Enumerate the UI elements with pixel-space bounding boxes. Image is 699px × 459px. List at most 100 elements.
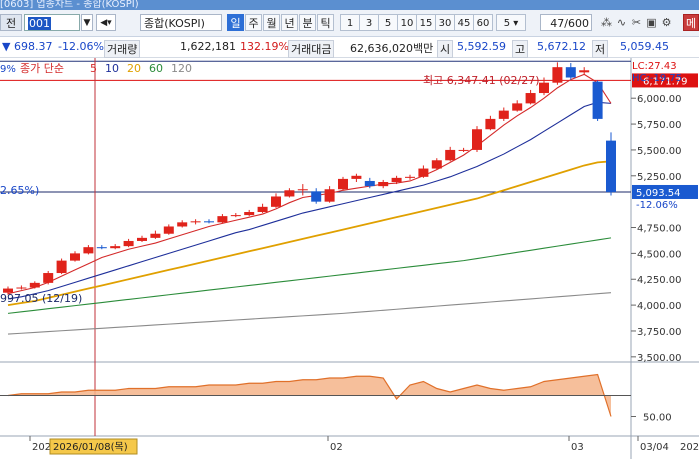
interval-button[interactable]: 1 xyxy=(340,14,360,31)
candle-body xyxy=(56,260,67,274)
quote-change-pct: -12.06% xyxy=(58,40,104,53)
window-title: [0603] 업종차트 - 종합(KOSPI) xyxy=(0,0,139,10)
x-axis-label: 03/04 xyxy=(640,442,669,453)
scissors-icon[interactable]: ✂ xyxy=(630,14,643,31)
wave-icon[interactable]: ∿ xyxy=(615,14,628,31)
down-arrow-icon: ▼ xyxy=(2,40,11,53)
candle-body xyxy=(29,282,40,288)
candle-body xyxy=(217,216,228,223)
candle-body xyxy=(137,237,147,241)
code-input[interactable]: 001 xyxy=(24,14,80,31)
legend-item: 20 xyxy=(127,62,141,75)
candle-body xyxy=(284,190,295,197)
period-button[interactable]: 일 xyxy=(227,14,244,31)
current-change-label: -12.06% xyxy=(636,200,678,211)
low-label: 저 xyxy=(592,40,609,58)
y-tick-label: 5,750.00 xyxy=(637,120,682,131)
period-button[interactable]: 분 xyxy=(299,14,316,31)
candle-counter[interactable]: 47/600 xyxy=(540,14,592,31)
interval-button[interactable]: 60 xyxy=(473,14,493,31)
candle-body xyxy=(378,182,389,187)
x-axis-label: 202 xyxy=(32,442,51,453)
candle-body xyxy=(190,221,201,223)
zoom-icon[interactable]: ⁂ xyxy=(600,14,613,31)
candle-body xyxy=(579,70,590,73)
legend-item: 5 xyxy=(90,62,97,75)
volume-label: 거래량 xyxy=(104,40,141,58)
candle-body xyxy=(592,81,603,119)
search-icon[interactable]: ▼ xyxy=(81,14,93,31)
candle-body xyxy=(297,189,308,191)
menu-button[interactable]: 메 xyxy=(683,14,699,31)
candle-body xyxy=(445,149,456,161)
candle-body xyxy=(525,93,536,104)
x-axis-label: 03 xyxy=(571,442,584,453)
price-tag-current: 5,093.54 xyxy=(636,188,681,199)
period-button[interactable]: 년 xyxy=(281,14,298,31)
candle-body xyxy=(257,206,268,212)
period-button[interactable]: 틱 xyxy=(317,14,334,31)
interval-select[interactable]: 5 ▾ xyxy=(496,14,526,31)
interval-button[interactable]: 30 xyxy=(435,14,455,31)
title-bar: [0603] 업종차트 - 종합(KOSPI) xyxy=(0,0,699,10)
candle-body xyxy=(96,247,107,249)
candle-body xyxy=(16,287,27,289)
volume-ratio: 132.19% xyxy=(240,40,289,53)
candle-body xyxy=(431,160,442,169)
legend-item: 60 xyxy=(149,62,163,75)
open-value: 5,592.59 xyxy=(457,40,506,53)
index-name: 종합(KOSPI) xyxy=(140,14,222,31)
y-tick-label: 4,750.00 xyxy=(637,224,682,235)
period-button[interactable]: 주 xyxy=(245,14,262,31)
max-label: 최고 6,347.41 (02/27) xyxy=(423,74,540,87)
candle-body xyxy=(163,226,174,234)
x-axis-label: 02 xyxy=(330,442,343,453)
price-chart[interactable]: 6,000.00 5,750.00 5,500.00 5,250.00 4,750.00… xyxy=(0,58,699,459)
settings-icon[interactable]: ⚙ xyxy=(660,14,673,31)
interval-button[interactable]: 5 xyxy=(378,14,398,31)
candle-body xyxy=(123,240,134,247)
candle-body xyxy=(405,176,415,178)
y-tick-label: 5,500.00 xyxy=(637,146,682,157)
x-axis-label-right: 202 xyxy=(680,442,699,453)
y-tick-label: 3,750.00 xyxy=(637,327,682,338)
lc-label: LC:27.43 xyxy=(632,61,677,72)
candle-body xyxy=(418,168,429,177)
interval-button[interactable]: 10 xyxy=(397,14,417,31)
speaker-icon[interactable]: ◀▾ xyxy=(96,14,116,31)
candle-body xyxy=(472,129,482,150)
high-label: 고 xyxy=(512,40,529,58)
interval-button[interactable]: 15 xyxy=(416,14,436,31)
legend-item: 10 xyxy=(105,62,119,75)
candle-body xyxy=(43,273,54,283)
interval-button[interactable]: 3 xyxy=(359,14,379,31)
candle-body xyxy=(83,247,94,254)
amount-value: 62,636,020백만 xyxy=(350,42,434,55)
min-label: 997.05 (12/19) xyxy=(0,292,82,305)
open-label: 시 xyxy=(437,40,454,58)
quote-bar: ▼ 698.37 -12.06% 거래량 1,622,181 132.19% 거… xyxy=(0,37,699,58)
candle-body xyxy=(204,221,214,223)
legend-item: 120 xyxy=(171,62,192,75)
y-tick-label: 5,250.00 xyxy=(637,172,682,183)
candle-body xyxy=(565,67,576,78)
candle-body xyxy=(271,196,281,207)
candle-body xyxy=(498,110,509,119)
legend-prefix: 종가 단순 xyxy=(20,62,64,75)
candle-body xyxy=(150,233,161,238)
y-tick-label: 4,500.00 xyxy=(637,249,682,260)
candle-body xyxy=(338,178,348,190)
volume-value: 1,622,181 xyxy=(180,40,236,53)
save-icon[interactable]: ▣ xyxy=(645,14,658,31)
period-button[interactable]: 월 xyxy=(263,14,280,31)
cursor-date: 2026/01/08(목) xyxy=(53,441,128,453)
candle-body xyxy=(391,177,402,182)
interval-button[interactable]: 45 xyxy=(454,14,474,31)
y-tick-label: 4,250.00 xyxy=(637,275,682,286)
code-value: 001 xyxy=(28,17,51,30)
sub-tick-label: 50.00 xyxy=(643,413,672,424)
quote-change: 698.37 xyxy=(14,40,53,53)
market-label[interactable]: 전 xyxy=(0,14,22,31)
candle-body xyxy=(244,212,255,216)
candle-body xyxy=(177,222,188,227)
